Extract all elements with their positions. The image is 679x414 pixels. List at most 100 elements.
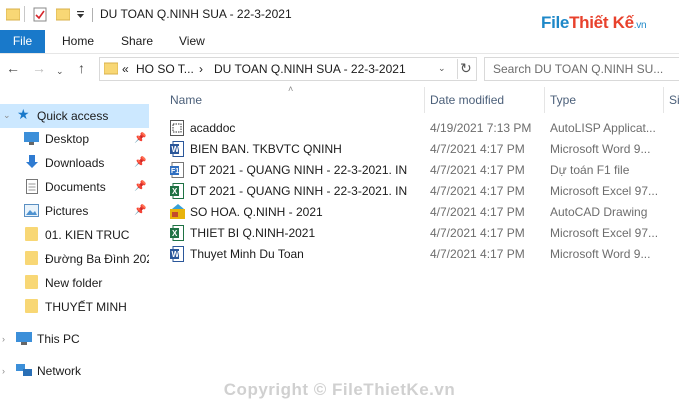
column-divider[interactable] [544,87,545,113]
file-row[interactable]: X DT 2021 - QUANG NINH - 22-3-2021. IN 4… [168,181,679,202]
chevron-down-icon[interactable]: ⌄ [3,110,11,121]
column-divider[interactable] [663,87,664,113]
navigation-bar: ← → ⌄ ↑ « HO SO T... › DU TOAN Q.NINH SU… [0,54,679,84]
file-name: SO HOA. Q.NINH - 2021 [190,205,323,219]
sidebar-item-duong-ba-dinh[interactable]: Đường Ba Đình 2022 [45,252,149,266]
tab-share[interactable]: Share [121,30,153,53]
file-row[interactable]: F1 DT 2021 - QUANG NINH - 22-3-2021. IN … [168,160,679,181]
column-header-name[interactable]: Name [170,93,202,107]
folder-icon [25,251,38,265]
svg-text:F1: F1 [171,168,179,175]
title-separator [92,8,93,22]
autolisp-icon [170,120,184,136]
tab-home[interactable]: Home [62,30,94,53]
customize-toolbar-icon[interactable] [76,9,85,23]
file-date: 4/7/2021 4:17 PM [430,247,525,261]
recent-locations-chevron-icon[interactable]: ⌄ [56,64,64,78]
breadcrumb-current[interactable]: DU TOAN Q.NINH SUA - 22-3-2021 [214,62,406,76]
f1-file-icon: F1 [170,162,184,178]
breadcrumb-parent[interactable]: HO SO T... [136,62,194,76]
sidebar-item-kien-truc[interactable]: 01. KIEN TRUC [45,228,129,242]
file-row[interactable]: W Thuyet Minh Du Toan 4/7/2021 4:17 PM M… [168,244,679,265]
properties-icon[interactable] [33,7,47,25]
breadcrumb-separator[interactable]: › [199,62,203,76]
column-header-date[interactable]: Date modified [430,93,504,107]
sidebar-item-new-folder[interactable]: New folder [45,276,102,290]
new-folder-icon[interactable] [55,7,71,24]
search-input[interactable]: Search DU TOAN Q.NINH SU... [493,62,663,76]
back-arrow-icon[interactable]: ← [6,61,20,75]
file-date: 4/7/2021 4:17 PM [430,163,525,177]
chevron-right-icon[interactable]: › [2,334,5,344]
folder-icon [103,62,119,78]
sidebar-item-this-pc[interactable]: This PC [37,332,80,346]
file-row[interactable]: W BIEN BAN. TKBVTC QNINH 4/7/2021 4:17 P… [168,139,679,160]
file-type: Microsoft Word 9... [550,142,651,156]
sidebar-item-pictures[interactable]: Pictures [45,204,88,218]
computer-icon [16,332,32,348]
refresh-icon[interactable]: ↻ [460,60,472,77]
ribbon-tabs: File Home Share View [0,30,679,54]
file-date: 4/7/2021 4:17 PM [430,205,525,219]
folder-icon [25,275,38,289]
column-header-size[interactable]: Si [669,93,679,107]
file-name: Thuyet Minh Du Toan [190,247,304,261]
watermark: Copyright © FileThietKe.vn [223,380,456,399]
navigation-pane: ⌄ ★ Quick access Desktop 📌 Downloads 📌 D… [0,85,149,414]
pictures-icon [24,204,39,220]
file-type: Microsoft Excel 97... [550,184,659,198]
up-arrow-icon[interactable]: ↑ [78,61,85,75]
window-title: DU TOAN Q.NINH SUA - 22-3-2021 [100,7,292,21]
folder-icon [25,227,38,241]
word-icon: W [170,246,184,262]
file-name: THIET BI Q.NINH-2021 [190,226,316,240]
title-bar: DU TOAN Q.NINH SUA - 22-3-2021 FileThiết… [0,0,679,32]
sidebar-item-documents[interactable]: Documents [45,180,106,194]
file-row[interactable]: acaddoc 4/19/2021 7:13 PM AutoLISP Appli… [168,118,679,139]
forward-arrow-icon[interactable]: → [32,61,46,75]
autocad-icon [170,204,185,220]
file-type: AutoLISP Applicat... [550,121,656,135]
file-row[interactable]: X THIET BI Q.NINH-2021 4/7/2021 4:17 PM … [168,223,679,244]
pin-icon[interactable]: 📌 [134,181,146,192]
divider-icon [24,6,26,25]
svg-text:W: W [172,145,180,154]
file-date: 4/7/2021 4:17 PM [430,142,525,156]
sidebar-item-desktop[interactable]: Desktop [45,132,89,146]
sidebar-item-downloads[interactable]: Downloads [45,156,104,170]
column-divider[interactable] [424,87,425,113]
file-row[interactable]: SO HOA. Q.NINH - 2021 4/7/2021 4:17 PM A… [168,202,679,223]
file-name: BIEN BAN. TKBVTC QNINH [190,142,342,156]
desktop-icon [24,132,39,148]
file-name: acaddoc [190,121,236,135]
download-icon [25,155,39,172]
pin-icon[interactable]: 📌 [134,157,146,168]
address-bar[interactable]: « HO SO T... › DU TOAN Q.NINH SUA - 22-3… [99,57,477,81]
sidebar-item-network[interactable]: Network [37,364,81,378]
file-type: Microsoft Word 9... [550,247,651,261]
folder-icon [25,299,38,313]
file-name: DT 2021 - QUANG NINH - 22-3-2021. IN [190,184,408,198]
sort-up-chevron-icon: ˄ [288,84,294,94]
pin-icon[interactable]: 📌 [134,205,146,216]
svg-text:X: X [172,229,178,238]
address-dropdown-chevron-icon[interactable]: ⌄ [438,63,446,74]
pin-icon[interactable]: 📌 [134,133,146,144]
tab-file[interactable]: File [0,30,45,53]
excel-icon: X [170,225,184,241]
svg-text:W: W [172,250,180,259]
column-header-type[interactable]: Type [550,93,576,107]
folder-icon [5,7,21,24]
chevron-right-icon[interactable]: › [2,366,5,376]
file-type: Dự toán F1 file [550,163,630,177]
sidebar-item-thuyet-minh[interactable]: THUYẾT MINH [45,300,127,314]
tab-view[interactable]: View [179,30,205,53]
sidebar-item-label: Quick access [37,109,109,123]
word-icon: W [170,141,184,157]
svg-text:X: X [172,187,178,196]
file-type: Microsoft Excel 97... [550,226,659,240]
file-date: 4/7/2021 4:17 PM [430,226,525,240]
breadcrumb-overflow[interactable]: « [122,62,129,76]
search-box[interactable]: Search DU TOAN Q.NINH SU... [484,57,679,81]
file-name: DT 2021 - QUANG NINH - 22-3-2021. IN [190,163,408,177]
